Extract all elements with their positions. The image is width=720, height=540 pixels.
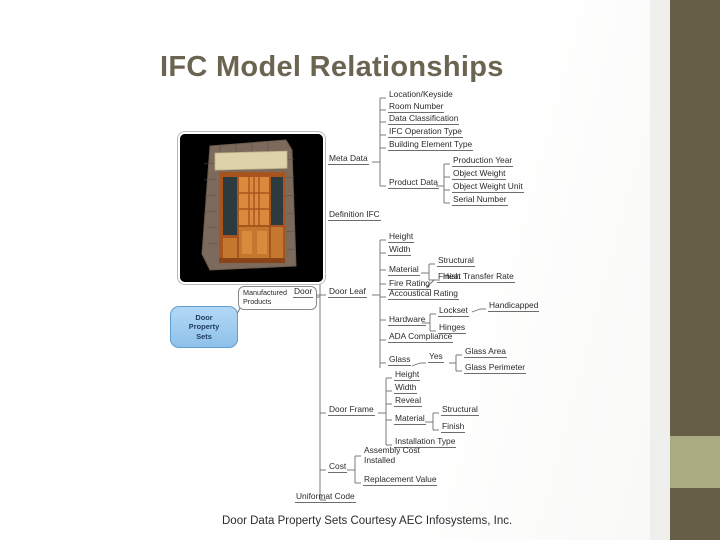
node-glass-area: Glass Area — [464, 346, 507, 358]
node-door: Door — [293, 286, 314, 298]
node-data-classification: Data Classification — [388, 113, 460, 125]
node-handicapped: Handicapped — [488, 300, 540, 312]
door-photo — [178, 132, 325, 284]
node-product-data: Product Data — [388, 177, 439, 189]
node-definition-ifc: Definition IFC — [328, 209, 381, 221]
node-door-frame: Door Frame — [328, 404, 375, 416]
manufactured-products-label: Manufactured Products — [243, 288, 287, 306]
node-object-weight-unit: Object Weight Unit — [452, 181, 524, 193]
node-frame-height: Height — [394, 369, 421, 381]
node-ifc-operation-type: IFC Operation Type — [388, 126, 463, 138]
node-leaf-structural: Structural — [437, 255, 475, 267]
node-heat-transfer-rate: Heat Transfer Rate — [442, 271, 515, 283]
node-glass-perimeter: Glass Perimeter — [464, 362, 527, 374]
door-property-sets-label: Door Property Sets — [188, 312, 220, 341]
node-frame-reveal: Reveal — [394, 395, 423, 407]
node-frame-material: Material — [394, 413, 426, 425]
node-location-keyside: Location/Keyside — [389, 89, 453, 99]
slide-caption: Door Data Property Sets Courtesy AEC Inf… — [222, 515, 513, 527]
slide-canvas: IFC Model Relationships Door Property Se… — [0, 0, 720, 540]
node-production-year: Production Year — [452, 155, 514, 167]
accent-bar-light — [670, 436, 720, 488]
node-replacement-value: Replacement Value — [363, 474, 438, 486]
node-accoustical-rating: Accoustical Rating — [388, 288, 459, 300]
node-room-number: Room Number — [388, 101, 445, 113]
node-serial-number: Serial Number — [452, 194, 508, 206]
node-cost: Cost — [328, 461, 348, 473]
slide-edge-gap — [650, 0, 670, 540]
node-leaf-width: Width — [388, 244, 412, 256]
node-leaf-material: Material — [388, 264, 420, 276]
node-meta-data: Meta Data — [328, 153, 369, 165]
node-leaf-height: Height — [388, 231, 415, 243]
node-frame-finish: Finish — [441, 421, 466, 433]
node-lockset: Lockset — [438, 305, 469, 317]
node-glass: Glass — [388, 354, 412, 366]
node-door-leaf: Door Leaf — [328, 286, 367, 298]
node-frame-width: Width — [394, 382, 418, 394]
node-uniformat-code: Uniformat Code — [295, 491, 356, 503]
node-hardware: Hardware — [388, 314, 427, 326]
node-building-element-type: Building Element Type — [388, 139, 474, 151]
page-title: IFC Model Relationships — [160, 51, 504, 83]
door-property-sets-box: Door Property Sets — [170, 306, 238, 348]
node-frame-structural: Structural — [441, 404, 479, 416]
node-ada-compliance: ADA Compliance — [388, 331, 454, 343]
ifc-relationship-diagram: Door Property Sets Manufactured Products… — [150, 88, 620, 528]
node-object-weight: Object Weight — [452, 168, 507, 180]
node-assembly-cost: Assembly Cost Installed — [364, 445, 420, 465]
node-glass-yes: Yes — [428, 351, 444, 363]
